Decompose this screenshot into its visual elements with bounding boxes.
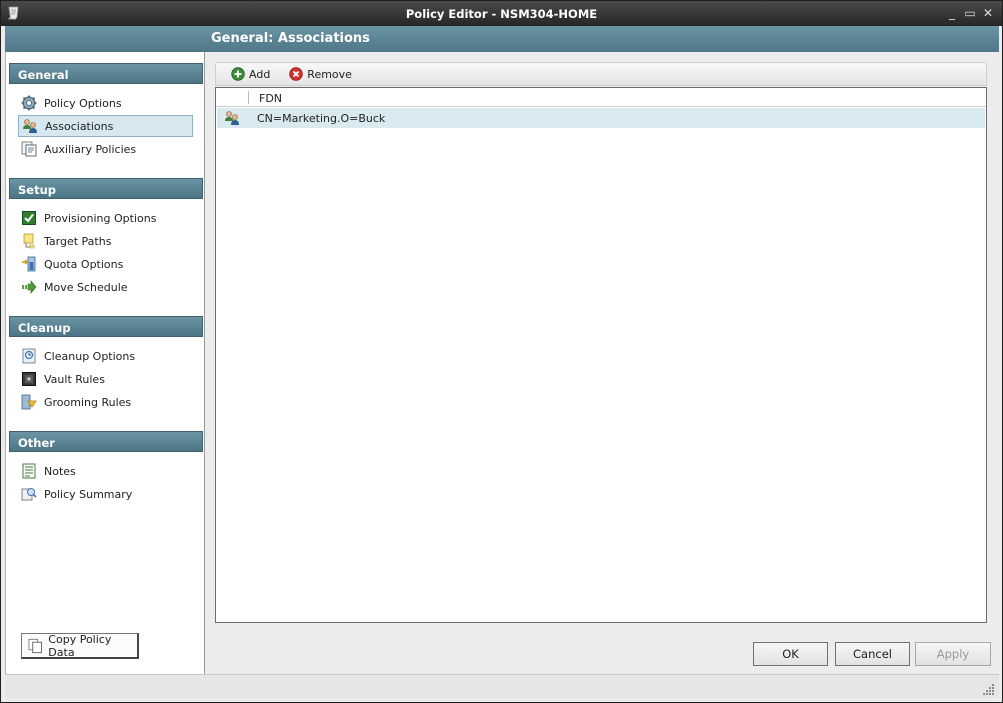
users-icon bbox=[23, 119, 37, 133]
checkbox-icon bbox=[22, 211, 36, 225]
sidebar-item-label: Auxiliary Policies bbox=[44, 142, 137, 156]
cleanup-icon bbox=[22, 348, 36, 364]
column-separator bbox=[248, 91, 249, 104]
sidebar-item-label: Notes bbox=[44, 464, 76, 478]
sidebar-item-quota-options[interactable]: Quota Options bbox=[18, 253, 193, 275]
title-bar: Policy Editor - NSM304-HOME _ ▭ ✕ bbox=[1, 1, 1002, 26]
copy-policy-data-button[interactable]: Copy Policy Data bbox=[21, 633, 139, 659]
notes-icon bbox=[22, 463, 36, 479]
section-setup[interactable]: Setup bbox=[9, 178, 203, 199]
remove-circle-icon bbox=[289, 67, 303, 81]
sidebar-item-provisioning-options[interactable]: Provisioning Options bbox=[18, 207, 193, 229]
remove-label: Remove bbox=[307, 67, 352, 81]
add-button[interactable]: Add bbox=[231, 67, 270, 81]
sidebar-item-label: Quota Options bbox=[44, 257, 124, 271]
plus-circle-icon bbox=[231, 67, 245, 81]
minimize-button[interactable]: _ bbox=[944, 5, 960, 21]
list-header: FDN bbox=[216, 88, 986, 107]
sidebar-item-notes[interactable]: Notes bbox=[18, 460, 193, 482]
sidebar-item-policy-summary[interactable]: Policy Summary bbox=[18, 483, 193, 505]
sidebar-item-label: Provisioning Options bbox=[44, 211, 157, 225]
associations-list[interactable]: FDN CN=Marketing.O=Buck bbox=[215, 87, 987, 623]
sidebar-item-label: Grooming Rules bbox=[44, 395, 132, 409]
header-band: General: Associations bbox=[5, 26, 999, 52]
cancel-button[interactable]: Cancel bbox=[835, 642, 910, 666]
sidebar-item-label: Associations bbox=[45, 119, 114, 133]
gear-icon bbox=[21, 95, 37, 111]
sidebar-item-label: Vault Rules bbox=[44, 372, 105, 386]
window-title: Policy Editor - NSM304-HOME bbox=[405, 7, 598, 21]
status-bar bbox=[5, 674, 999, 698]
sidebar-item-auxiliary-policies[interactable]: Auxiliary Policies bbox=[18, 138, 193, 160]
maximize-button[interactable]: ▭ bbox=[962, 5, 978, 21]
section-other[interactable]: Other bbox=[9, 431, 203, 452]
sidebar-item-label: Policy Options bbox=[44, 96, 122, 110]
copy-icon bbox=[28, 638, 42, 653]
ok-button[interactable]: OK bbox=[753, 642, 828, 666]
main-panel: Add Remove FDN CN=Marketing.O=Buck OK Ca… bbox=[206, 52, 999, 674]
sidebar-item-label: Cleanup Options bbox=[44, 349, 136, 363]
table-row[interactable]: CN=Marketing.O=Buck bbox=[217, 108, 985, 128]
page-title: General: Associations bbox=[211, 31, 370, 46]
quota-icon bbox=[22, 256, 36, 272]
group-icon bbox=[225, 111, 239, 125]
sidebar-item-associations[interactable]: Associations bbox=[18, 115, 193, 137]
add-label: Add bbox=[249, 67, 271, 81]
sidebar-item-label: Policy Summary bbox=[44, 487, 133, 501]
sidebar-item-move-schedule[interactable]: Move Schedule bbox=[18, 276, 193, 298]
sidebar-item-vault-rules[interactable]: Vault Rules bbox=[18, 368, 193, 390]
policy-editor-window: Policy Editor - NSM304-HOME _ ▭ ✕ Genera… bbox=[0, 0, 1003, 703]
arrow-right-icon bbox=[22, 280, 37, 294]
sidebar-item-cleanup-options[interactable]: Cleanup Options bbox=[18, 345, 193, 367]
close-button[interactable]: ✕ bbox=[980, 5, 996, 21]
sidebar-item-grooming-rules[interactable]: Grooming Rules bbox=[18, 391, 193, 413]
column-header-fdn[interactable]: FDN bbox=[259, 92, 282, 105]
apply-button[interactable]: Apply bbox=[915, 642, 991, 666]
auxiliary-policies-icon bbox=[21, 141, 37, 157]
section-general[interactable]: General bbox=[9, 63, 203, 84]
row-fdn-value: CN=Marketing.O=Buck bbox=[257, 112, 386, 125]
grooming-icon bbox=[21, 394, 37, 410]
section-cleanup[interactable]: Cleanup bbox=[9, 316, 203, 337]
folder-path-icon bbox=[23, 233, 35, 249]
copy-policy-data-label: Copy Policy Data bbox=[48, 632, 112, 659]
summary-icon bbox=[21, 488, 37, 501]
sidebar-item-target-paths[interactable]: Target Paths bbox=[18, 230, 193, 252]
resize-grip-icon[interactable] bbox=[983, 683, 995, 695]
toolbar: Add Remove bbox=[215, 62, 987, 86]
vault-icon bbox=[22, 372, 36, 386]
remove-button[interactable]: Remove bbox=[289, 67, 352, 81]
sidebar-item-policy-options[interactable]: Policy Options bbox=[18, 92, 193, 114]
sidebar: General Policy Options Associations Auxi… bbox=[5, 52, 205, 674]
sidebar-item-label: Target Paths bbox=[44, 234, 112, 248]
sidebar-item-label: Move Schedule bbox=[44, 280, 128, 294]
